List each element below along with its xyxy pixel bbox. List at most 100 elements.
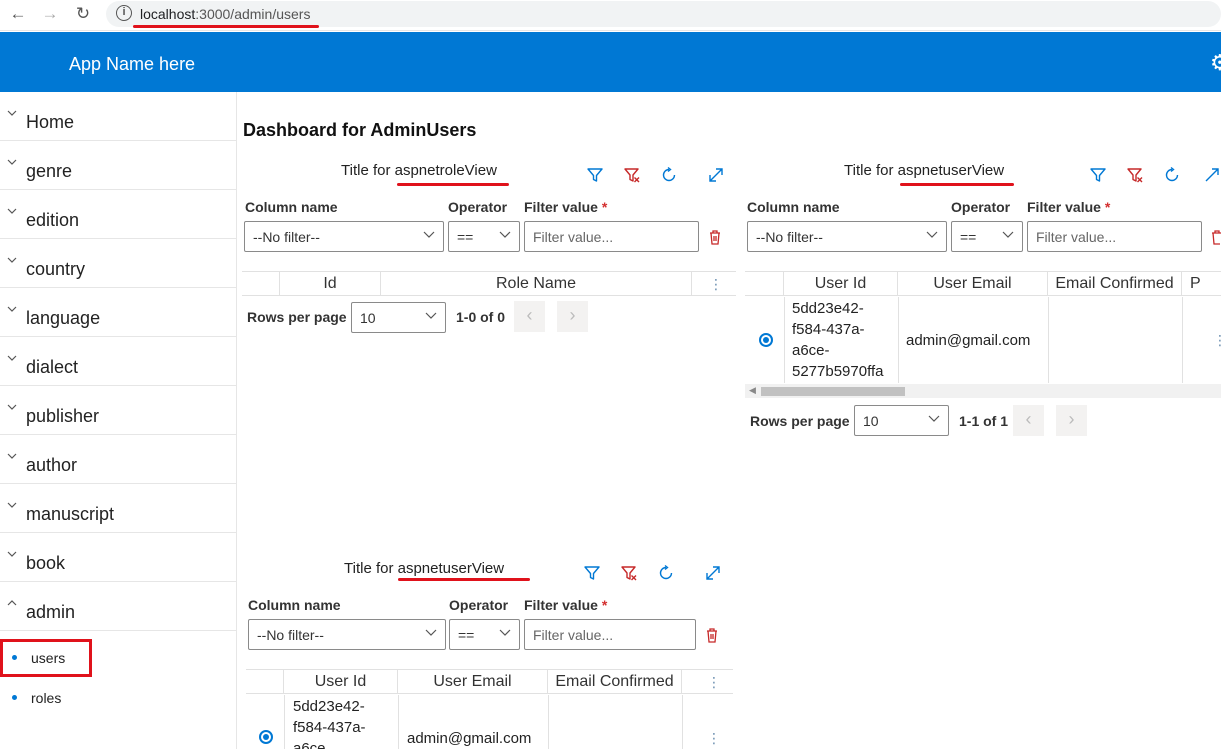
- operator-select[interactable]: ==: [448, 221, 520, 252]
- column-header-email-confirmed[interactable]: Email Confirmed: [1048, 272, 1182, 296]
- forward-icon[interactable]: →: [38, 3, 62, 25]
- info-icon[interactable]: i: [116, 5, 132, 21]
- scrollbar-thumb[interactable]: [761, 387, 905, 396]
- filter-value-label: Filter value *: [524, 199, 607, 215]
- column-header-id[interactable]: Id: [280, 272, 381, 296]
- kebab-icon[interactable]: ⋮: [709, 277, 723, 291]
- filter-value-input[interactable]: [1027, 221, 1202, 252]
- filter-value-input[interactable]: [524, 221, 699, 252]
- operator-value: ==: [457, 229, 474, 245]
- chevron-down-icon: [926, 231, 938, 238]
- column-header-user-id[interactable]: User Id: [784, 272, 898, 296]
- title-annotation-underline: [398, 578, 530, 581]
- clear-filter-icon[interactable]: [1126, 166, 1144, 184]
- horizontal-scrollbar[interactable]: ◀: [745, 384, 1221, 398]
- panel-title-subject: aspnetuserView: [397, 560, 505, 577]
- chevron-down-icon: [7, 453, 17, 459]
- chevron-down-icon: [928, 415, 940, 422]
- user-id-line: f584-437a-: [293, 719, 366, 736]
- chevron-left-icon[interactable]: ‹: [514, 301, 545, 332]
- sidebar-item-author[interactable]: author: [0, 435, 236, 484]
- panel-title-subject: aspnetroleView: [394, 162, 497, 179]
- chevron-right-icon[interactable]: ›: [557, 301, 588, 332]
- kebab-icon[interactable]: ⋮: [707, 675, 721, 689]
- user-panel-title: Title for aspnetuserView: [844, 162, 1004, 179]
- scroll-left-icon[interactable]: ◀: [749, 385, 756, 396]
- sidebar-item-home[interactable]: Home: [0, 92, 236, 141]
- sidebar-subitem-label: roles: [31, 690, 62, 706]
- sidebar-item-admin[interactable]: admin: [0, 582, 236, 631]
- column-name-select[interactable]: --No filter--: [244, 221, 444, 252]
- sidebar-item-label: edition: [26, 210, 80, 230]
- row-select-radio[interactable]: [259, 730, 273, 744]
- sidebar-item-manuscript[interactable]: manuscript: [0, 484, 236, 533]
- refresh-icon[interactable]: [660, 166, 678, 184]
- filter-icon[interactable]: [583, 564, 601, 582]
- filter-value-input[interactable]: [524, 619, 696, 650]
- gear-icon[interactable]: ⚙: [1210, 50, 1221, 76]
- address-bar[interactable]: i localhost:3000/admin/users: [106, 1, 1221, 27]
- sidebar-item-label: book: [26, 553, 66, 573]
- column-header-user-id[interactable]: User Id: [284, 670, 398, 694]
- trash-icon[interactable]: [1210, 229, 1221, 245]
- kebab-icon[interactable]: ⋮: [707, 731, 721, 745]
- filter-icon[interactable]: [586, 166, 604, 184]
- chevron-down-icon: [425, 629, 437, 636]
- column-header-email-confirmed[interactable]: Email Confirmed: [548, 670, 682, 694]
- chevron-up-icon: [7, 600, 17, 606]
- chevron-down-icon: [499, 231, 511, 238]
- url-annotation-underline: [133, 25, 319, 28]
- grid-line: [548, 695, 549, 749]
- row-select-radio[interactable]: [759, 333, 773, 347]
- expand-icon[interactable]: [1203, 166, 1221, 184]
- operator-select[interactable]: ==: [951, 221, 1023, 252]
- sidebar-item-genre[interactable]: genre: [0, 141, 236, 190]
- expand-icon[interactable]: [707, 166, 725, 184]
- page-info: 1-0 of 0: [456, 309, 506, 325]
- reload-icon[interactable]: ↻: [71, 3, 95, 25]
- rows-per-page-select[interactable]: 10: [854, 405, 949, 436]
- select-column-header: [242, 272, 280, 296]
- sidebar-item-dialect[interactable]: dialect: [0, 337, 236, 386]
- required-mark: *: [601, 597, 608, 613]
- rows-per-page-select[interactable]: 10: [351, 302, 446, 333]
- user-id-line: a6ce-: [792, 342, 830, 359]
- column-header-user-email[interactable]: User Email: [398, 670, 548, 694]
- refresh-icon[interactable]: [1163, 166, 1181, 184]
- sidebar-item-publisher[interactable]: publisher: [0, 386, 236, 435]
- required-mark: *: [1104, 199, 1111, 215]
- title-annotation-underline: [900, 183, 1014, 186]
- chevron-right-icon[interactable]: ›: [1056, 405, 1087, 436]
- sidebar-item-book[interactable]: book: [0, 533, 236, 582]
- back-icon[interactable]: ←: [6, 3, 30, 25]
- sidebar-item-edition[interactable]: edition: [0, 190, 236, 239]
- grid-line: [898, 297, 899, 383]
- user-grid: User Id User Email Email Confirmed P 5dd…: [745, 271, 1221, 398]
- clear-filter-icon[interactable]: [620, 564, 638, 582]
- refresh-icon[interactable]: [657, 564, 675, 582]
- column-header-p[interactable]: P: [1182, 272, 1221, 296]
- chevron-left-icon[interactable]: ‹: [1013, 405, 1044, 436]
- panel-title-prefix: Title for: [344, 560, 398, 577]
- sidebar-item-language[interactable]: language: [0, 288, 236, 337]
- trash-icon[interactable]: [705, 627, 719, 643]
- column-header-user-email[interactable]: User Email: [898, 272, 1048, 296]
- chevron-down-icon: [1002, 231, 1014, 238]
- clear-filter-icon[interactable]: [623, 166, 641, 184]
- column-header-role-name[interactable]: Role Name: [381, 272, 692, 296]
- filter-icon[interactable]: [1089, 166, 1107, 184]
- chevron-down-icon: [7, 110, 17, 116]
- sidebar-item-country[interactable]: country: [0, 239, 236, 288]
- kebab-icon[interactable]: ⋮: [1213, 333, 1221, 347]
- expand-icon[interactable]: [704, 564, 722, 582]
- app-name: App Name here: [69, 54, 196, 74]
- operator-select[interactable]: ==: [449, 619, 520, 650]
- select-column-header: [246, 670, 284, 694]
- column-name-select[interactable]: --No filter--: [747, 221, 947, 252]
- grid-line: [1048, 297, 1049, 383]
- column-name-select[interactable]: --No filter--: [248, 619, 446, 650]
- trash-icon[interactable]: [708, 229, 722, 245]
- sidebar-item-label: country: [26, 259, 86, 279]
- sidebar-subitem-roles[interactable]: roles: [0, 679, 236, 717]
- page-title: Dashboard for AdminUsers: [243, 120, 477, 140]
